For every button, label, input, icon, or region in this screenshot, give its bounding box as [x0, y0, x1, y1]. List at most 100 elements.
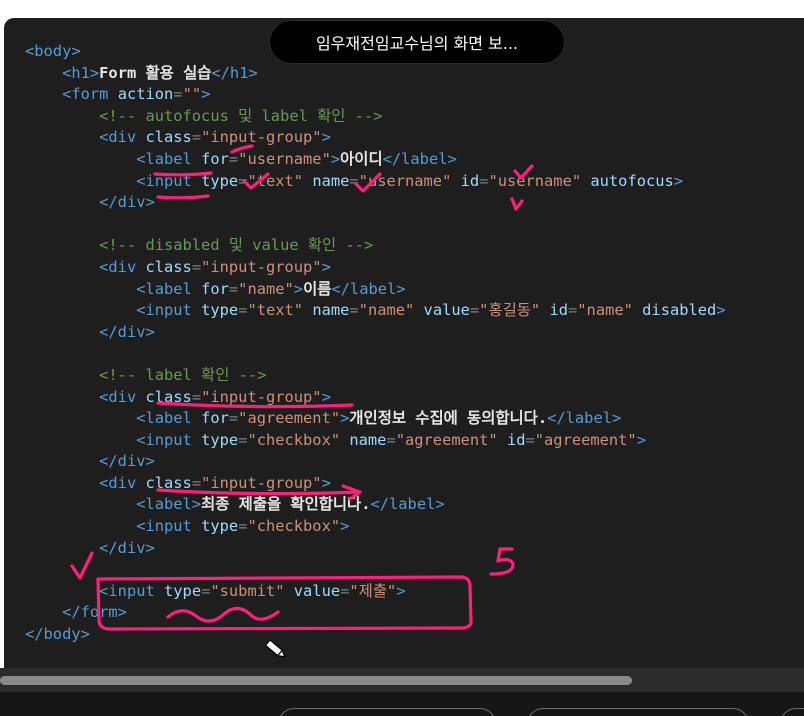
code-token: class [145, 473, 192, 492]
code-token: > [673, 171, 684, 190]
code-token: </div> [99, 322, 155, 341]
code-token: = [469, 301, 480, 320]
code-token: for [201, 279, 229, 298]
code-token: > [716, 301, 726, 320]
code-token: </label> [547, 409, 622, 428]
code-token: "agreement" [395, 430, 507, 449]
code-token: </div> [99, 538, 155, 557]
code-token: name [312, 301, 350, 320]
code-token: <!-- autofocus 및 label 확인 --> [25, 106, 383, 125]
code-token: <body> [25, 42, 81, 60]
code-token: <form [62, 85, 118, 104]
code-line: <div class="input-group"> [25, 257, 726, 279]
code-token: > [340, 409, 350, 428]
code-line: <label for="name">이름</label> [25, 279, 726, 301]
code-token: for [201, 149, 229, 168]
code-line: <div class="input-group"> [25, 127, 726, 149]
code-token: = [173, 85, 183, 104]
code-token: name [349, 430, 387, 449]
meeting-toolbar [0, 692, 804, 716]
code-token: "input-group" [201, 387, 322, 406]
code-token: <input [136, 430, 202, 449]
code-token: "submit" [210, 581, 294, 600]
code-token: <input [99, 581, 165, 600]
code-token: > [636, 430, 646, 449]
code-token: > [340, 517, 350, 536]
code-token: </div> [99, 193, 155, 212]
code-token: = [191, 387, 202, 406]
code-token: "agreement" [534, 430, 637, 449]
code-token: "name" [238, 279, 294, 298]
code-token: 아이디 [340, 149, 383, 168]
code-token: = [568, 301, 578, 320]
code-token: > [330, 149, 341, 168]
code-line: <label for="username">아이디</label> [25, 149, 726, 171]
code-token: type [164, 581, 202, 600]
presenter-label: 임우재전임교수님의 화면 보... [315, 34, 519, 53]
code-line: <!-- label 확인 --> [25, 365, 726, 387]
code-token: </form> [62, 603, 127, 622]
code-line: </body> [25, 624, 726, 646]
code-line: <form action=""> [25, 84, 726, 106]
code-token: name [312, 171, 350, 190]
code-token: "name" [577, 301, 643, 320]
code-token: 최종 제출을 확인합니다. [201, 495, 371, 514]
code-token: <div [99, 257, 146, 276]
code-token: > [321, 128, 331, 147]
code-token: type [201, 171, 239, 190]
code-token: action [117, 85, 174, 104]
code-token: = [228, 409, 239, 428]
code-token: > [321, 387, 331, 406]
scrollbar-thumb[interactable] [0, 676, 632, 685]
code-token: class [145, 387, 192, 406]
screen-share-banner[interactable]: 임우재전임교수님의 화면 보... [269, 20, 565, 64]
code-token: value [423, 301, 470, 320]
code-line: <input type="checkbox"> [25, 516, 726, 538]
horizontal-scrollbar[interactable] [0, 668, 804, 692]
code-token: "input-group" [201, 128, 322, 147]
code-token: > [321, 257, 331, 276]
code-token: value [293, 581, 341, 600]
code-token: class [145, 128, 192, 147]
code-token: <input [136, 301, 202, 320]
code-editor: <body> <h1>Form 활용 실습</h1> <form action=… [25, 41, 726, 646]
toolbar-button-middle[interactable] [527, 708, 749, 716]
code-token: "input-group" [201, 473, 322, 492]
code-token: <div [99, 473, 146, 492]
code-token: "input-group" [201, 257, 322, 276]
code-token: type [201, 301, 239, 320]
code-token: "name" [358, 301, 424, 320]
code-token: = [349, 301, 359, 320]
code-token: "username" [358, 171, 461, 190]
toolbar-button-right[interactable] [780, 708, 804, 716]
code-token: = [191, 128, 202, 147]
code-token: <label [136, 149, 202, 168]
code-token: = [228, 279, 239, 298]
code-token: > [396, 581, 406, 600]
code-token: <div [99, 128, 146, 147]
code-token: > [201, 85, 211, 104]
code-token: "제출" [349, 581, 397, 600]
code-token: <input [136, 171, 202, 190]
code-token: class [145, 257, 192, 276]
code-token: id [460, 171, 480, 190]
toolbar-button-left[interactable] [278, 708, 496, 716]
code-line: </div> [25, 322, 726, 344]
code-token: 이름 [303, 279, 332, 298]
code-line: <label for="agreement">개인정보 수집에 동의합니다.</… [25, 408, 726, 430]
code-token: = [191, 257, 202, 276]
code-token: <input [136, 517, 202, 536]
code-line: <input type="submit" value="제출"> [25, 581, 726, 603]
code-line: <input type="text" name="name" value="홍길… [25, 300, 726, 322]
